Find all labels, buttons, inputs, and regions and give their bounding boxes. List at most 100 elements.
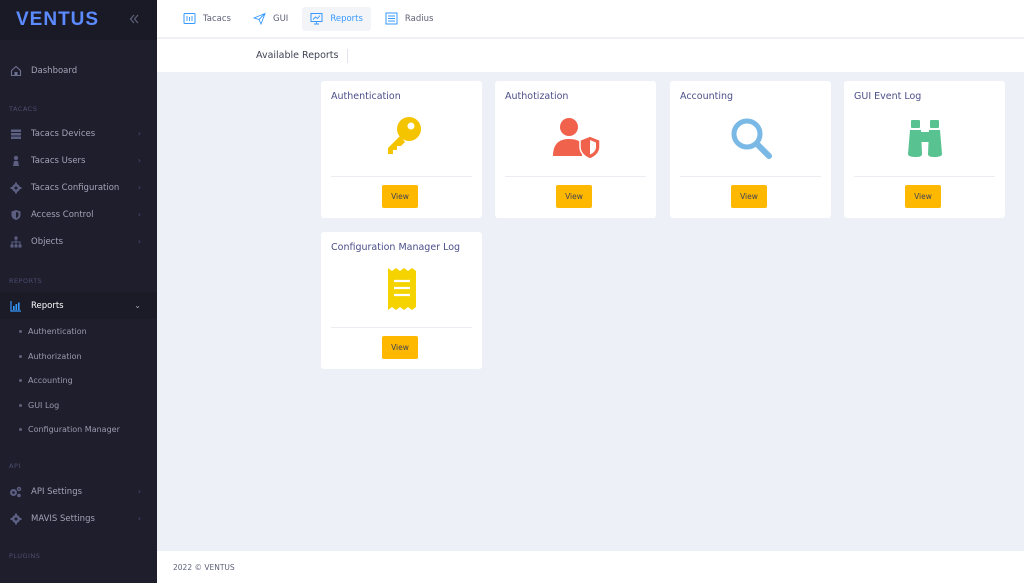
report-card-gui-event-log: GUI Event Log View — [844, 81, 1005, 218]
gears-icon — [9, 485, 22, 498]
sidebar-item-label: Access Control — [31, 209, 94, 220]
sidebar-subitem-configuration-manager[interactable]: Configuration Manager — [0, 418, 157, 440]
tab-label: GUI — [272, 13, 289, 24]
sidebar-subitem-authorization[interactable]: Authorization — [0, 345, 157, 367]
tab-label: Radius — [404, 13, 434, 24]
bullet-icon — [19, 329, 22, 333]
view-button[interactable]: View — [905, 185, 941, 208]
chevron-right-icon: › — [137, 487, 141, 496]
tab-label: Reports — [330, 13, 363, 24]
card-title: Authotization — [505, 91, 569, 102]
sidebar-subitem-label: Authentication — [28, 326, 87, 336]
tab-radius[interactable]: Radius — [377, 7, 442, 31]
bullet-icon — [19, 427, 22, 431]
sidebar: VENTUS Dashboard TACACS Tacacs Devices ›… — [0, 0, 157, 583]
tab-tacacs[interactable]: Tacacs — [175, 7, 239, 31]
tab-gui[interactable]: GUI — [245, 7, 296, 31]
chart-board-icon — [310, 12, 323, 25]
sidebar-item-reports[interactable]: Reports ⌄ — [0, 292, 157, 319]
card-title: GUI Event Log — [854, 91, 922, 102]
view-button[interactable]: View — [382, 336, 418, 359]
sidebar-item-label: Reports — [31, 300, 64, 311]
sidebar-item-tacacs-devices[interactable]: Tacacs Devices › — [0, 120, 157, 147]
bullet-icon — [19, 354, 22, 358]
hierarchy-icon — [9, 235, 22, 248]
sidebar-subitem-label: GUI Log — [28, 400, 60, 410]
shield-icon — [9, 208, 22, 221]
report-card-authorization: Authotization View — [495, 81, 656, 218]
report-card-accounting: Accounting View — [670, 81, 831, 218]
card-divider — [854, 176, 995, 177]
footer-copyright: 2022 © VENTUS — [173, 562, 235, 572]
bullet-icon — [19, 403, 22, 407]
chevron-right-icon: › — [137, 210, 141, 219]
chevron-down-icon: ⌄ — [134, 301, 141, 310]
card-divider — [331, 327, 472, 328]
sidebar-subitem-label: Authorization — [28, 351, 82, 361]
chevron-right-icon: › — [137, 156, 141, 165]
card-title: Authentication — [331, 91, 401, 102]
sidebar-item-dashboard[interactable]: Dashboard — [0, 57, 157, 84]
top-nav: Tacacs GUI Reports Radius — [157, 0, 1024, 38]
chevron-right-icon: › — [137, 514, 141, 523]
view-button[interactable]: View — [382, 185, 418, 208]
user-shield-icon — [495, 114, 656, 162]
sidebar-item-objects[interactable]: Objects › — [0, 228, 157, 255]
footer: 2022 © VENTUS — [157, 551, 1024, 583]
user-icon — [9, 154, 22, 167]
card-divider — [505, 176, 646, 177]
paper-plane-icon — [252, 12, 266, 25]
sidebar-item-label: Tacacs Users — [31, 155, 86, 166]
bullet-icon — [19, 378, 22, 382]
sidebar-subitem-label: Accounting — [28, 375, 73, 385]
page-title: Available Reports — [256, 48, 349, 63]
chevron-right-icon: › — [137, 183, 141, 192]
report-card-authentication: Authentication View — [321, 81, 482, 218]
card-title: Accounting — [680, 91, 734, 102]
gear-icon — [9, 512, 22, 525]
section-title-plugins: PLUGINS — [9, 552, 41, 560]
card-divider — [331, 176, 472, 177]
binoculars-icon — [844, 114, 1005, 162]
magnifier-icon — [670, 114, 831, 162]
subheader: Available Reports — [157, 39, 1024, 72]
tab-reports[interactable]: Reports — [302, 6, 371, 31]
chart-icon — [9, 299, 22, 312]
report-card-configuration-manager-log: Configuration Manager Log View — [321, 232, 482, 369]
brand-logo[interactable]: VENTUS — [16, 9, 99, 31]
brand-header: VENTUS — [0, 0, 157, 40]
gear-icon — [9, 181, 22, 194]
section-title-api: API — [9, 462, 21, 470]
sidebar-item-label: Tacacs Configuration — [31, 182, 120, 193]
sidebar-item-label: MAVIS Settings — [31, 513, 95, 524]
double-chevron-left-icon[interactable] — [129, 13, 139, 28]
receipt-icon — [321, 265, 482, 313]
sidebar-subitem-gui-log[interactable]: GUI Log — [0, 394, 157, 416]
sidebar-item-tacacs-users[interactable]: Tacacs Users › — [0, 147, 157, 174]
list-icon — [385, 12, 398, 25]
sidebar-subitem-accounting[interactable]: Accounting — [0, 369, 157, 391]
card-divider — [680, 176, 821, 177]
sidebar-item-mavis-settings[interactable]: MAVIS Settings › — [0, 505, 157, 532]
sidebar-item-api-settings[interactable]: API Settings › — [0, 478, 157, 505]
sidebar-item-tacacs-configuration[interactable]: Tacacs Configuration › — [0, 174, 157, 201]
view-button[interactable]: View — [556, 185, 592, 208]
view-button[interactable]: View — [731, 185, 767, 208]
chevron-right-icon: › — [137, 129, 141, 138]
sidebar-item-label: Objects — [31, 236, 64, 247]
tab-label: Tacacs — [203, 13, 231, 24]
tacacs-icon — [183, 12, 196, 25]
sidebar-subitem-authentication[interactable]: Authentication — [0, 320, 157, 342]
sidebar-item-access-control[interactable]: Access Control › — [0, 201, 157, 228]
server-icon — [9, 127, 22, 140]
home-icon — [9, 64, 22, 77]
chevron-right-icon: › — [137, 237, 141, 246]
section-title-tacacs: TACACS — [9, 105, 38, 113]
section-title-reports: REPORTS — [9, 277, 43, 285]
sidebar-item-label: API Settings — [31, 486, 83, 497]
sidebar-item-label: Tacacs Devices — [31, 128, 96, 139]
sidebar-item-label: Dashboard — [31, 65, 78, 76]
key-icon — [321, 114, 482, 162]
card-title: Configuration Manager Log — [331, 242, 461, 253]
sidebar-subitem-label: Configuration Manager — [28, 424, 120, 434]
